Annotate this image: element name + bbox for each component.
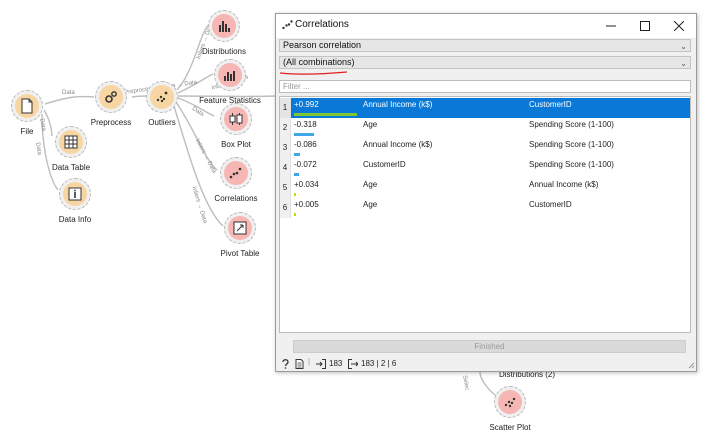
data-info-widget-label: Data Info [58,215,92,224]
correlations-widget[interactable]: Correlations [214,153,258,203]
correlation-value: +0.034 [294,180,319,189]
outliers-widget-label: Outliers [148,118,176,127]
help-icon[interactable] [281,359,290,371]
data-table-widget[interactable]: Data Table [51,122,91,172]
input-count: 183 [329,359,343,368]
feature-2-cell: CustomerID [529,100,572,109]
report-icon[interactable] [295,359,304,371]
data-info-widget[interactable]: Data Info [55,174,95,224]
pivot-table-widget[interactable]: Pivot Table [220,208,260,258]
output-icon [348,359,359,371]
table-row[interactable]: 5 +0.034 Age Annual Income (k$) [280,178,690,198]
row-index: 5 [280,178,291,198]
feature-statistics-widget[interactable]: Feature Statistics [199,55,261,105]
correlation-bar [294,113,357,116]
feature-1-cell: Annual Income (k$) [363,100,433,109]
row-index: 2 [280,118,291,138]
correlations-table[interactable]: 1 +0.992 Annual Income (k$) CustomerID 2 -0.3… [279,96,691,333]
feature-1-cell: Age [363,200,378,209]
scatter-plot-widget-label: Scatter Plot [489,423,531,432]
feature-select-value: (All combinations) [283,57,355,67]
correlation-value: +0.992 [294,100,319,109]
gears-icon [99,85,123,109]
distributions-widget[interactable]: Distributions [202,6,246,56]
correlations-window[interactable]: Correlations Pearson correlation ⌄ (All … [275,13,697,372]
correlations-app-icon [282,20,293,32]
box-plot-widget[interactable]: Box Plot [216,99,256,149]
info-icon [63,182,87,206]
table-row[interactable]: 1 +0.992 Annual Income (k$) CustomerID [280,98,690,118]
output-summary: 183 | 2 | 6 [361,359,397,368]
feature-1-cell: CustomerID [363,160,406,169]
feature-1-cell: Age [363,180,378,189]
progress-label: Finished [474,342,505,351]
feature-2-cell: CustomerID [529,200,572,209]
data-table-widget-label: Data Table [51,163,91,172]
pivot-icon [228,216,252,240]
correlation-bar [294,173,299,176]
close-icon [674,21,684,31]
correlation-type-value: Pearson correlation [283,40,362,50]
title-bar[interactable]: Correlations [276,14,696,38]
maximize-icon [640,21,650,31]
table-row[interactable]: 3 -0.086 Annual Income (k$) Spending Score … [280,138,690,158]
correlation-bar [294,193,296,196]
preprocess-widget[interactable]: Preprocess [91,77,131,127]
red-underline-annotation [279,71,348,75]
feature-2-cell: Annual Income (k$) [529,180,599,189]
filter-input[interactable]: Filter ... [279,80,691,93]
table-row[interactable]: 4 -0.072 CustomerID Spending Score (1-100) [280,158,690,178]
table-row[interactable]: 6 +0.005 Age CustomerID [280,198,690,218]
chevron-down-icon: ⌄ [680,42,687,51]
progress-bar: Finished [293,340,686,353]
chevron-down-icon: ⌄ [680,59,687,68]
box-plot-widget-label: Box Plot [221,140,251,149]
minimize-button[interactable] [594,14,628,38]
maximize-button[interactable] [628,14,662,38]
row-index: 6 [280,198,291,218]
status-bar: | 183 183 | 2 | 6 [276,356,696,371]
outliers-icon [150,85,174,109]
feature-1-cell: Age [363,120,378,129]
feature-2-cell: Spending Score (1-100) [529,160,614,169]
row-index: 1 [280,98,291,118]
scatter-plot-icon [498,390,522,414]
correlation-value: -0.072 [294,160,317,169]
window-title: Correlations [295,19,349,30]
correlation-value: +0.005 [294,200,319,209]
box-plot-icon [224,107,248,131]
input-icon [316,359,326,371]
correlations-icon [224,161,248,185]
row-index: 4 [280,158,291,178]
feature-2-cell: Spending Score (1-100) [529,140,614,149]
table-row[interactable]: 2 -0.318 Age Spending Score (1-100) [280,118,690,138]
table-icon [59,130,83,154]
link-label-file-preprocess: Data [62,90,75,96]
outliers-widget[interactable]: Outliers [142,77,182,127]
file-icon [15,94,39,118]
feature-1-cell: Annual Income (k$) [363,140,433,149]
histogram-icon [212,14,236,38]
bar-chart-icon [218,63,242,87]
correlation-value: -0.318 [294,120,317,129]
correlation-type-select[interactable]: Pearson correlation ⌄ [279,39,691,52]
correlations-widget-label: Correlations [214,194,258,203]
correlation-bar [294,133,314,136]
minimize-icon [606,25,616,27]
correlation-bar [294,213,296,216]
feature-select[interactable]: (All combinations) ⌄ [279,56,691,69]
close-button[interactable] [662,14,696,38]
feature-2-cell: Spending Score (1-100) [529,120,614,129]
correlation-value: -0.086 [294,140,317,149]
scatter-plot-widget[interactable]: Scatter Plot [489,382,531,432]
correlation-bar [294,153,300,156]
row-index: 3 [280,138,291,158]
file-widget[interactable]: File [7,86,47,136]
resize-grip-icon[interactable] [688,362,695,371]
